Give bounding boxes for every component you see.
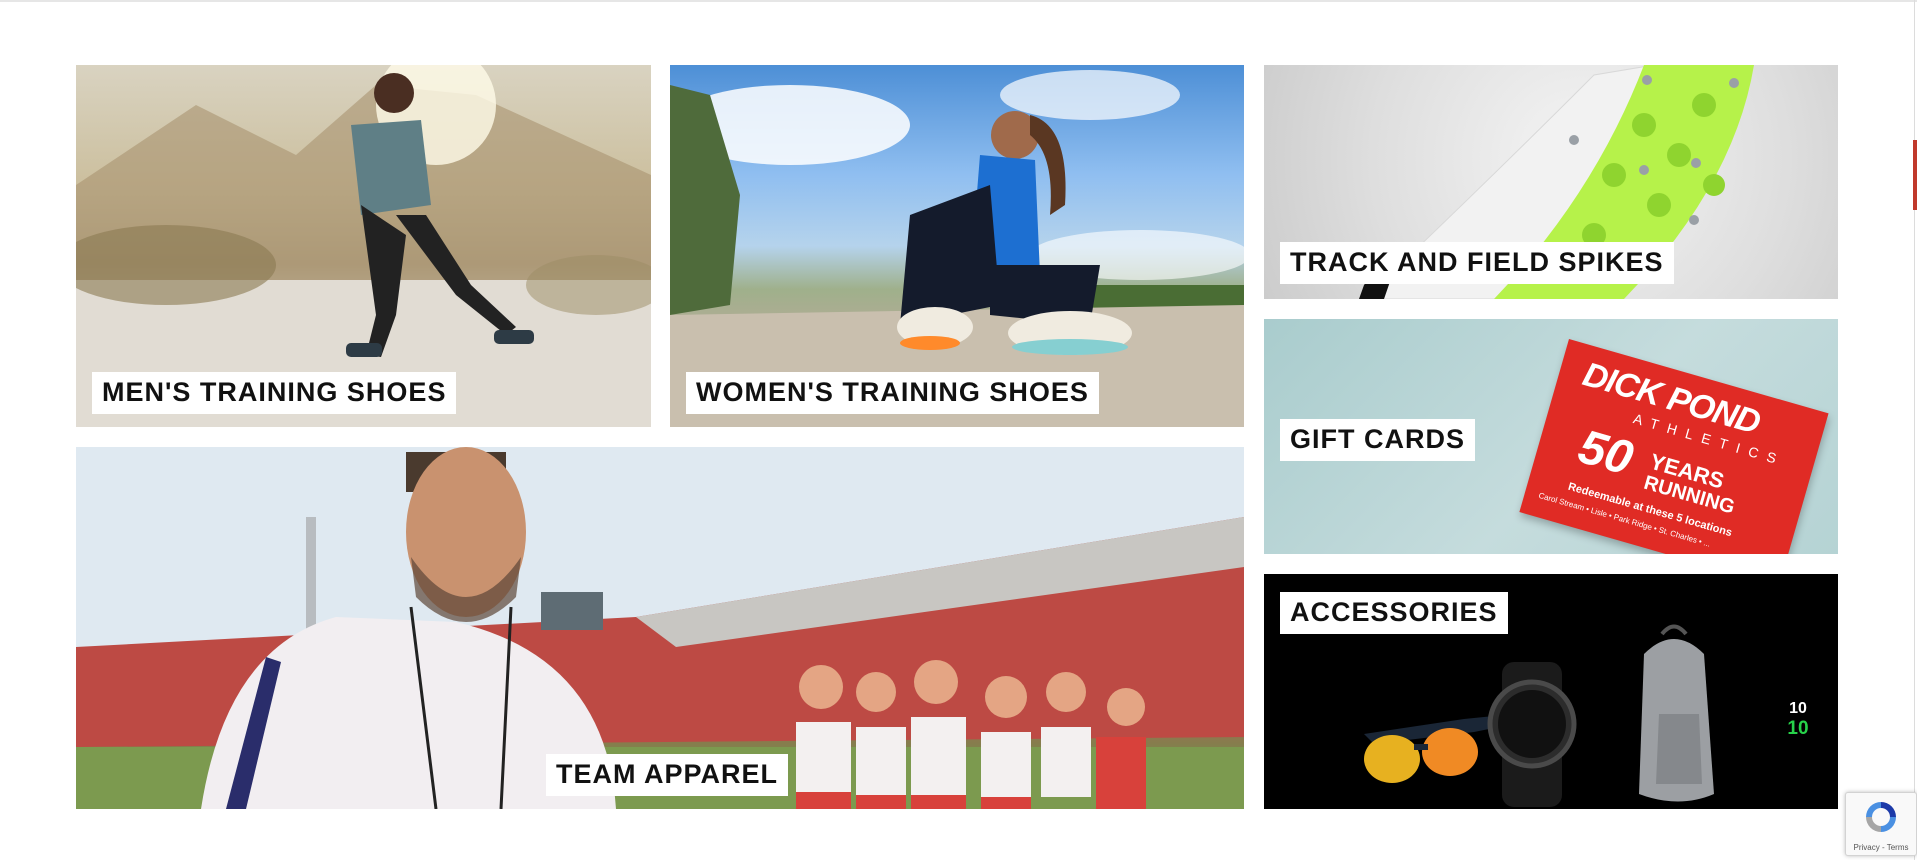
tile-label: TEAM APPAREL	[546, 754, 789, 796]
scrollbar-thumb[interactable]	[1913, 140, 1917, 210]
watch-time-display-green: 10	[1787, 718, 1809, 739]
watch-icon	[1487, 662, 1577, 807]
tile-gift-cards[interactable]: DICK POND ATHLETICS 50 YEARS RUNNING Red…	[1264, 319, 1838, 554]
tile-label: MEN'S TRAINING SHOES	[92, 372, 457, 414]
tile-label: TRACK AND FIELD SPIKES	[1280, 242, 1674, 284]
backpack-icon	[1639, 624, 1714, 802]
scrollbar-track[interactable]	[1914, 0, 1915, 860]
recaptcha-badge[interactable]: Privacy - Terms	[1845, 792, 1917, 856]
top-divider	[0, 0, 1917, 2]
tile-track-and-field-spikes[interactable]: TRACK AND FIELD SPIKES	[1264, 65, 1838, 299]
recaptcha-links[interactable]: Privacy - Terms	[1846, 843, 1916, 852]
tile-accessories[interactable]: 10 10 ACCESSORIES	[1264, 574, 1838, 809]
tile-mens-training-shoes[interactable]: MEN'S TRAINING SHOES	[76, 65, 651, 427]
tile-womens-training-shoes[interactable]: WOMEN'S TRAINING SHOES	[670, 65, 1244, 427]
tile-team-apparel[interactable]: TEAM APPAREL	[76, 447, 1244, 809]
watch-time-display: 10	[1789, 700, 1807, 717]
tile-label: WOMEN'S TRAINING SHOES	[686, 372, 1099, 414]
tile-label: GIFT CARDS	[1280, 419, 1475, 461]
recaptcha-icon	[1866, 802, 1896, 832]
gift-card-years-number: 50	[1572, 420, 1639, 486]
tile-label: ACCESSORIES	[1280, 592, 1508, 634]
